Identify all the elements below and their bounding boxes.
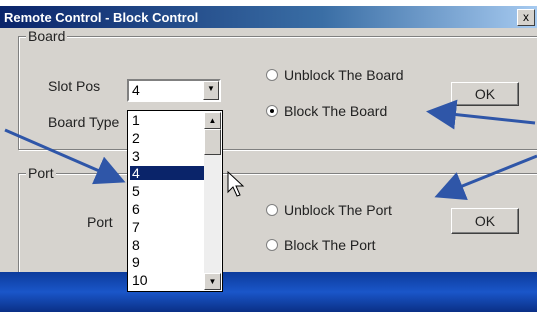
mouse-pointer-icon bbox=[227, 170, 245, 197]
arrow-to-block-board bbox=[426, 99, 536, 130]
screenshot: Remote Control - Block Control x Board S… bbox=[0, 0, 537, 312]
annotation-layer bbox=[4, 99, 537, 200]
arrow-to-unblock-port bbox=[434, 154, 537, 200]
arrow-to-item-4 bbox=[4, 128, 126, 185]
